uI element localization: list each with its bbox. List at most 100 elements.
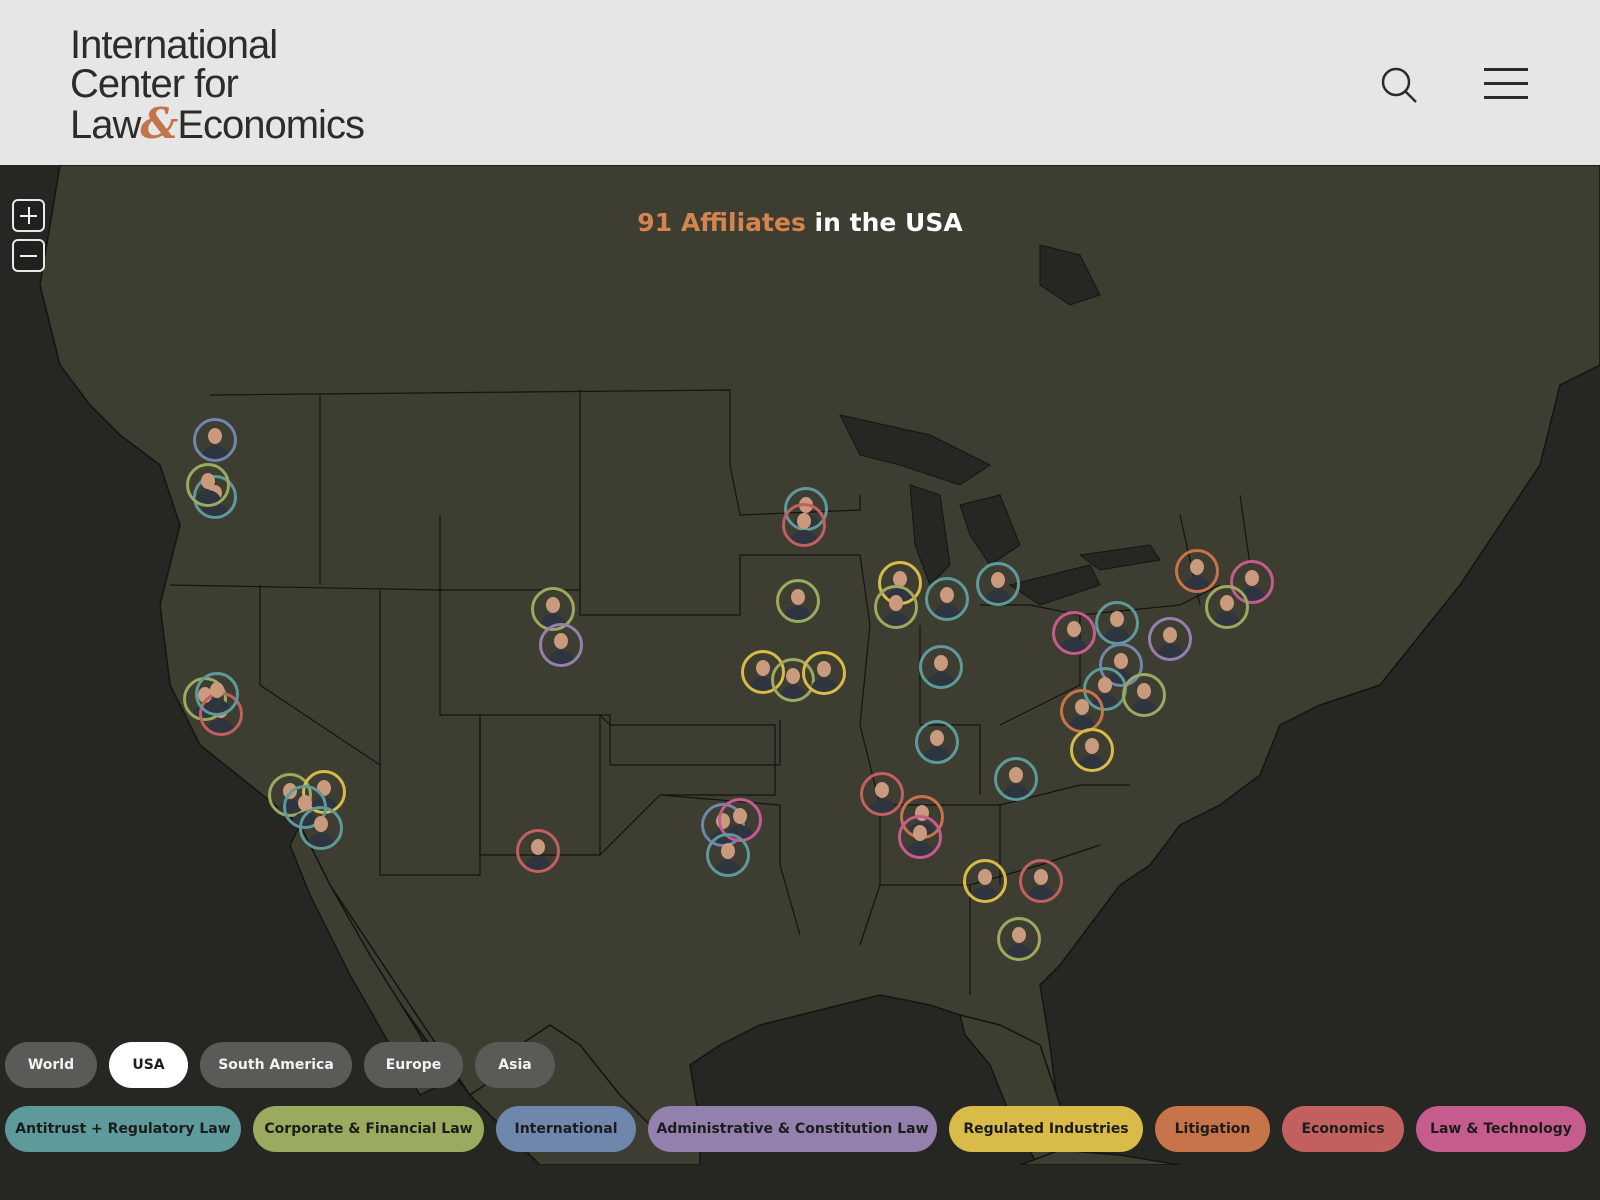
affiliate-pin[interactable]	[539, 623, 583, 667]
avatar-body	[927, 672, 955, 686]
avatar	[1163, 627, 1177, 643]
avatar-body	[868, 799, 896, 813]
avatar-body	[1183, 576, 1211, 590]
avatar	[314, 816, 328, 832]
affiliate-pin[interactable]	[1052, 611, 1096, 655]
region-tab-world[interactable]: World	[5, 1042, 97, 1088]
zoom-in-button[interactable]	[12, 199, 45, 232]
avatar-body	[203, 699, 231, 713]
category-economics[interactable]: Economics	[1282, 1106, 1404, 1152]
affiliates-map[interactable]	[0, 165, 1600, 1165]
zoom-out-button[interactable]	[12, 239, 45, 272]
affiliate-pin[interactable]	[994, 757, 1038, 801]
site-logo[interactable]: International Center for Law&Economics	[70, 25, 365, 147]
logo-word-economics: Economics	[177, 103, 365, 147]
affiliate-pin[interactable]	[1095, 601, 1139, 645]
avatar-body	[984, 589, 1012, 603]
affiliate-pin[interactable]	[1205, 585, 1249, 629]
category-international[interactable]: International	[496, 1106, 636, 1152]
avatar	[913, 825, 927, 841]
affiliate-pin[interactable]	[963, 859, 1007, 903]
region-tab-europe[interactable]: Europe	[364, 1042, 463, 1088]
avatar	[991, 572, 1005, 588]
avatar	[756, 660, 770, 676]
avatar-body	[933, 604, 961, 618]
avatar	[1110, 611, 1124, 627]
avatar	[1009, 767, 1023, 783]
avatar	[934, 655, 948, 671]
affiliate-pin[interactable]	[915, 720, 959, 764]
affiliate-pin[interactable]	[776, 579, 820, 623]
avatar	[1245, 570, 1259, 586]
affiliate-pin[interactable]	[997, 917, 1041, 961]
avatar	[1137, 683, 1151, 699]
avatar	[1075, 699, 1089, 715]
affiliate-pin[interactable]	[919, 645, 963, 689]
category-corporate-financial[interactable]: Corporate & Financial Law	[253, 1106, 484, 1152]
avatar-body	[307, 833, 335, 847]
avatar	[201, 473, 215, 489]
affiliates-headline: 91 Affiliates in the USA	[0, 208, 1600, 237]
affiliate-pin[interactable]	[898, 815, 942, 859]
affiliate-pin[interactable]	[186, 463, 230, 507]
avatar-body	[714, 860, 742, 874]
site-header: International Center for Law&Economics	[0, 0, 1600, 166]
hamburger-menu-icon[interactable]	[1484, 66, 1528, 102]
avatar-body	[1156, 644, 1184, 658]
affiliate-pin[interactable]	[706, 833, 750, 877]
affiliate-pin[interactable]	[299, 806, 343, 850]
avatar-body	[1002, 784, 1030, 798]
affiliate-pin[interactable]	[195, 672, 239, 716]
affiliate-pin[interactable]	[1019, 859, 1063, 903]
avatar	[546, 597, 560, 613]
category-antitrust-regulatory[interactable]: Antitrust + Regulatory Law	[5, 1106, 241, 1152]
avatar	[531, 839, 545, 855]
avatar	[210, 682, 224, 698]
avatar	[733, 808, 747, 824]
affiliate-pin[interactable]	[1175, 549, 1219, 593]
logo-line-2: Center for	[70, 62, 239, 106]
avatar	[1034, 869, 1048, 885]
affiliate-count: 91	[637, 208, 673, 237]
avatar-body	[194, 490, 222, 504]
avatar-body	[810, 678, 838, 692]
avatar-body	[1005, 944, 1033, 958]
logo-word-law: Law	[70, 103, 141, 147]
affiliate-pin[interactable]	[1148, 617, 1192, 661]
affiliate-pin[interactable]	[802, 651, 846, 695]
avatar-body	[923, 747, 951, 761]
region-tab-usa[interactable]: USA	[109, 1042, 188, 1088]
logo-line-3: Law&Economics	[70, 103, 365, 147]
logo-ampersand: &	[140, 99, 178, 148]
category-regulated-industries[interactable]: Regulated Industries	[949, 1106, 1143, 1152]
affiliate-pin[interactable]	[860, 772, 904, 816]
search-icon[interactable]	[1380, 66, 1420, 106]
affiliate-pin[interactable]	[193, 418, 237, 462]
avatar	[817, 661, 831, 677]
affiliates-word: Affiliates	[680, 208, 806, 237]
category-litigation[interactable]: Litigation	[1155, 1106, 1270, 1152]
headline-location: in the USA	[805, 208, 963, 237]
category-administrative-constitution[interactable]: Administrative & Constitution Law	[648, 1106, 937, 1152]
avatar	[940, 587, 954, 603]
avatar	[721, 843, 735, 859]
affiliate-pin[interactable]	[925, 577, 969, 621]
avatar-body	[1130, 700, 1158, 714]
category-law-technology[interactable]: Law & Technology	[1416, 1106, 1586, 1152]
affiliate-pin[interactable]	[516, 829, 560, 873]
avatar-body	[1078, 755, 1106, 769]
menu-bar-bottom	[1484, 96, 1528, 99]
affiliate-pin[interactable]	[976, 562, 1020, 606]
affiliate-pin[interactable]	[874, 585, 918, 629]
affiliate-pin[interactable]	[1060, 689, 1104, 733]
avatar-body	[882, 612, 910, 626]
avatar	[208, 428, 222, 444]
avatar-body	[784, 606, 812, 620]
avatar	[978, 869, 992, 885]
region-tab-south-america[interactable]: South America	[200, 1042, 352, 1088]
affiliate-pin[interactable]	[782, 503, 826, 547]
avatar-body	[207, 719, 235, 733]
affiliate-pin[interactable]	[1070, 728, 1114, 772]
region-tab-asia[interactable]: Asia	[475, 1042, 555, 1088]
affiliate-pin[interactable]	[1122, 673, 1166, 717]
